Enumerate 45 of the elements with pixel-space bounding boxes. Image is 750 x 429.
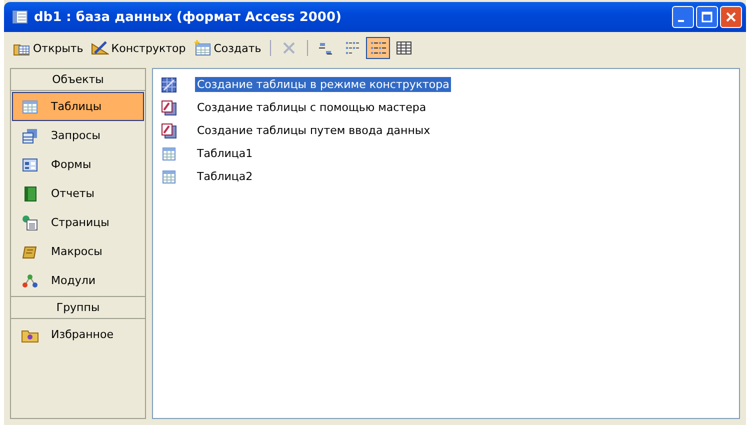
object-type-item[interactable]: Таблицы (12, 92, 144, 121)
object-item[interactable]: Таблица1 (195, 146, 255, 161)
table-design-icon (161, 76, 177, 92)
object-type-item[interactable]: Формы (12, 150, 144, 179)
toolbar-button[interactable]: Конструктор (88, 37, 189, 59)
maximize-icon (701, 11, 713, 23)
toolbar-button[interactable]: Открыть (10, 37, 86, 59)
list-view-button[interactable] (366, 37, 390, 59)
wizard-icon (161, 122, 177, 138)
minimize-icon (678, 20, 684, 22)
object-type-item[interactable]: Модули (12, 266, 144, 295)
wizard-icon (161, 100, 177, 116)
object-item[interactable]: Создание таблицы в режиме конструктора (195, 77, 452, 92)
list-icon (370, 40, 386, 56)
object-item[interactable]: Создание таблицы с помощью мастера (195, 100, 428, 115)
form-icon (21, 156, 39, 172)
window-title: db1 : база данных (формат Access 2000) (34, 10, 342, 24)
object-type-item[interactable]: Запросы (12, 121, 144, 150)
query-icon (21, 128, 39, 144)
close-icon (725, 11, 737, 23)
details-icon (396, 40, 412, 56)
close-button[interactable] (720, 6, 742, 28)
section-header[interactable]: Группы (11, 296, 145, 319)
object-item[interactable]: Таблица2 (195, 169, 255, 184)
minimize-button[interactable] (672, 6, 694, 28)
module-icon (21, 272, 39, 288)
object-type-item[interactable]: Страницы (12, 208, 144, 237)
table-icon (161, 146, 177, 162)
section-header[interactable]: Объекты (11, 69, 145, 91)
toolbar-button[interactable]: Создать (190, 37, 264, 59)
object-type-item[interactable]: Макросы (12, 237, 144, 266)
new-table-icon (194, 40, 212, 56)
small-icons-icon (344, 40, 360, 56)
object-type-item[interactable]: Отчеты (12, 179, 144, 208)
table-icon (21, 98, 39, 114)
database-window-icon (12, 10, 28, 24)
page-icon (21, 214, 39, 230)
object-type-item[interactable]: Избранное (12, 320, 144, 349)
table-icon (161, 168, 177, 184)
maximize-button[interactable] (696, 6, 718, 28)
delete-icon (281, 40, 298, 56)
large-icons-icon (318, 40, 334, 56)
ruler-pencil-icon (91, 40, 110, 56)
object-item[interactable]: Создание таблицы путем ввода данных (195, 123, 432, 138)
macro-icon (21, 244, 39, 260)
